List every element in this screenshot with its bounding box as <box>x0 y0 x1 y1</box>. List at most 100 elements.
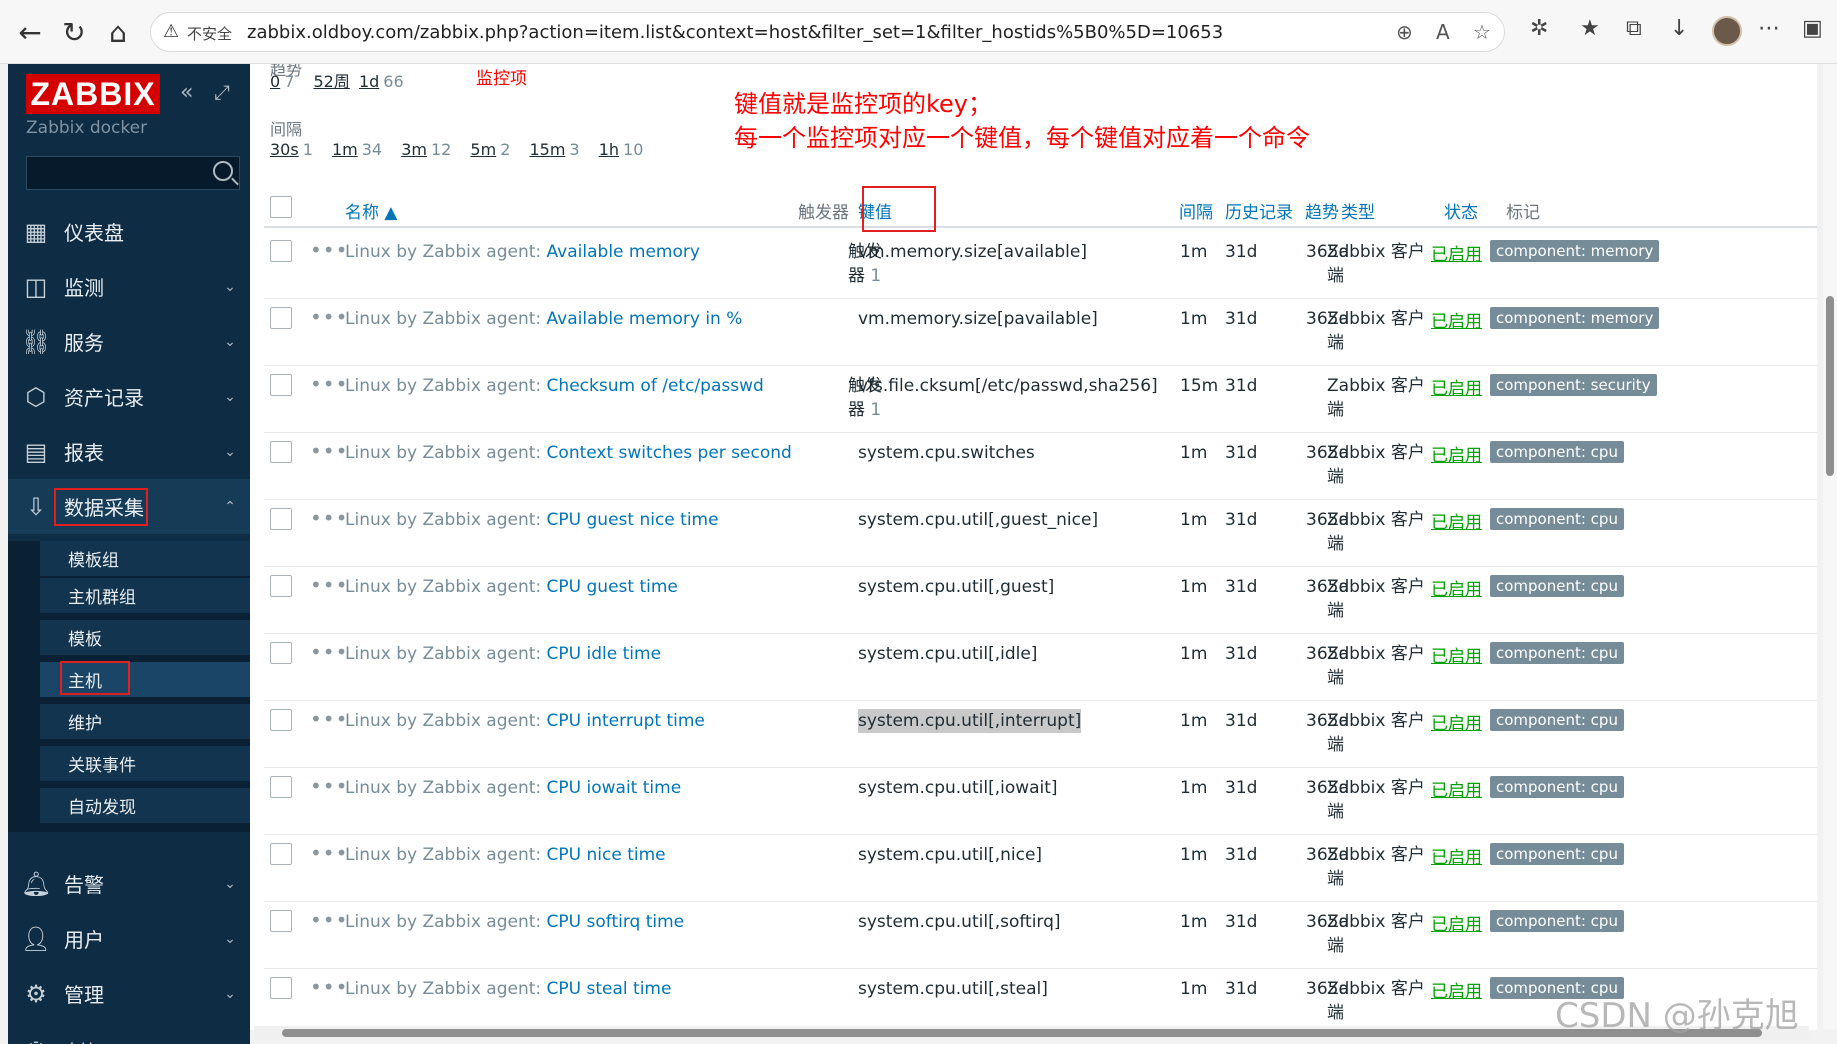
menu-administration[interactable]: ⚙ 管理 ⌄ <box>8 966 250 1021</box>
menu-support[interactable]: ◌ 支持 <box>8 1021 250 1044</box>
horizontal-scroll-thumb[interactable] <box>282 1029 1762 1037</box>
more-options-icon[interactable]: ••• <box>310 707 348 731</box>
item-name-link[interactable]: CPU iowait time <box>547 778 682 798</box>
header-status[interactable]: 状态 <box>1444 198 1478 223</box>
extensions-icon[interactable]: ✲ <box>1530 16 1548 41</box>
interval-link[interactable]: 1h <box>599 140 619 159</box>
tag-badge[interactable]: component: cpu <box>1490 441 1624 463</box>
menu-reports[interactable]: ▤ 报表 ⌄ <box>8 424 250 479</box>
back-icon[interactable]: ← <box>10 12 50 52</box>
template-link[interactable]: Linux by Zabbix agent: <box>345 376 541 396</box>
submenu-templates[interactable]: 模板 <box>40 620 250 656</box>
template-link[interactable]: Linux by Zabbix agent: <box>345 711 541 731</box>
row-checkbox[interactable] <box>270 307 292 329</box>
row-checkbox[interactable] <box>270 910 292 932</box>
row-checkbox[interactable] <box>270 441 292 463</box>
item-name-link[interactable]: CPU interrupt time <box>547 711 705 731</box>
template-link[interactable]: Linux by Zabbix agent: <box>345 242 541 262</box>
template-link[interactable]: Linux by Zabbix agent: <box>345 778 541 798</box>
interval-link[interactable]: 3m <box>401 140 427 159</box>
more-options-icon[interactable]: ••• <box>310 238 348 262</box>
trend-link[interactable]: 0 <box>270 72 280 91</box>
row-checkbox[interactable] <box>270 508 292 530</box>
tag-badge[interactable]: component: cpu <box>1490 508 1624 530</box>
template-link[interactable]: Linux by Zabbix agent: <box>345 979 541 999</box>
more-options-icon[interactable]: ••• <box>310 573 348 597</box>
item-name-link[interactable]: CPU softirq time <box>547 912 685 932</box>
kiosk-mode-icon[interactable]: ⤢ <box>214 80 230 104</box>
status-toggle[interactable]: 已启用 <box>1431 508 1482 533</box>
item-name-link[interactable]: CPU nice time <box>547 845 666 865</box>
template-link[interactable]: Linux by Zabbix agent: <box>345 443 541 463</box>
search-icon[interactable] <box>213 161 233 181</box>
item-name-link[interactable]: Checksum of /etc/passwd <box>547 376 764 396</box>
submenu-host-groups[interactable]: 主机群组 <box>40 578 250 614</box>
address-bar[interactable]: ⚠ 不安全 zabbix.oldboy.com/zabbix.php?actio… <box>150 12 1505 52</box>
more-icon[interactable]: ⋯ <box>1758 16 1780 41</box>
status-toggle[interactable]: 已启用 <box>1431 441 1482 466</box>
header-interval[interactable]: 间隔 <box>1179 198 1213 223</box>
download-icon[interactable]: ↓ <box>1670 16 1688 41</box>
tag-badge[interactable]: component: cpu <box>1490 575 1624 597</box>
search-input[interactable] <box>26 156 240 190</box>
row-checkbox[interactable] <box>270 977 292 999</box>
zoom-icon[interactable]: ⊕ <box>1396 20 1413 44</box>
row-checkbox[interactable] <box>270 843 292 865</box>
interval-link[interactable]: 15m <box>529 140 565 159</box>
template-link[interactable]: Linux by Zabbix agent: <box>345 577 541 597</box>
interval-link[interactable]: 30s <box>270 140 299 159</box>
tag-badge[interactable]: component: memory <box>1490 307 1660 329</box>
tag-badge[interactable]: component: memory <box>1490 240 1660 262</box>
item-name-link[interactable]: CPU steal time <box>547 979 672 999</box>
more-options-icon[interactable]: ••• <box>310 774 348 798</box>
more-options-icon[interactable]: ••• <box>310 305 348 329</box>
menu-monitoring[interactable]: ◫ 监测 ⌄ <box>8 259 250 314</box>
menu-inventory[interactable]: ⬡ 资产记录 ⌄ <box>8 369 250 424</box>
more-options-icon[interactable]: ••• <box>310 908 348 932</box>
tag-badge[interactable]: component: cpu <box>1490 709 1624 731</box>
tag-badge[interactable]: component: cpu <box>1490 910 1624 932</box>
menu-dashboard[interactable]: ▦ 仪表盘 <box>8 204 250 259</box>
submenu-discovery[interactable]: 自动发现 <box>40 788 250 824</box>
status-toggle[interactable]: 已启用 <box>1431 843 1482 868</box>
more-options-icon[interactable]: ••• <box>310 439 348 463</box>
submenu-maintenance[interactable]: 维护 <box>40 704 250 740</box>
template-link[interactable]: Linux by Zabbix agent: <box>345 510 541 530</box>
status-toggle[interactable]: 已启用 <box>1431 977 1482 1002</box>
select-all-checkbox[interactable] <box>270 196 292 218</box>
row-checkbox[interactable] <box>270 642 292 664</box>
template-link[interactable]: Linux by Zabbix agent: <box>345 309 541 329</box>
tag-badge[interactable]: component: cpu <box>1490 776 1624 798</box>
status-toggle[interactable]: 已启用 <box>1431 575 1482 600</box>
menu-users[interactable]: 👤︎ 用户 ⌄ <box>8 911 250 966</box>
tag-badge[interactable]: component: cpu <box>1490 843 1624 865</box>
header-history[interactable]: 历史记录 <box>1225 198 1293 223</box>
item-name-link[interactable]: Available memory <box>547 242 700 262</box>
sidebar-toggle-icon[interactable]: ▣ <box>1802 16 1823 41</box>
template-link[interactable]: Linux by Zabbix agent: <box>345 644 541 664</box>
tag-badge[interactable]: component: security <box>1490 374 1657 396</box>
interval-link[interactable]: 5m <box>470 140 496 159</box>
template-link[interactable]: Linux by Zabbix agent: <box>345 912 541 932</box>
read-aloud-icon[interactable]: A <box>1436 20 1450 44</box>
menu-alerts[interactable]: 🔔︎ 告警 ⌄ <box>8 856 250 911</box>
row-checkbox[interactable] <box>270 776 292 798</box>
template-link[interactable]: Linux by Zabbix agent: <box>345 845 541 865</box>
home-icon[interactable]: ⌂ <box>98 12 138 52</box>
favorite-star-icon[interactable]: ☆ <box>1473 20 1491 44</box>
status-toggle[interactable]: 已启用 <box>1431 240 1482 265</box>
more-options-icon[interactable]: ••• <box>310 506 348 530</box>
favorites-icon[interactable]: ★ <box>1580 16 1600 41</box>
status-toggle[interactable]: 已启用 <box>1431 776 1482 801</box>
more-options-icon[interactable]: ••• <box>310 841 348 865</box>
status-toggle[interactable]: 已启用 <box>1431 910 1482 935</box>
header-trends[interactable]: 趋势 <box>1305 198 1339 223</box>
more-options-icon[interactable]: ••• <box>310 975 348 999</box>
status-toggle[interactable]: 已启用 <box>1431 709 1482 734</box>
url-text[interactable]: zabbix.oldboy.com/zabbix.php?action=item… <box>247 22 1223 43</box>
more-options-icon[interactable]: ••• <box>310 372 348 396</box>
vertical-scroll-thumb[interactable] <box>1826 296 1834 476</box>
tag-badge[interactable]: component: cpu <box>1490 642 1624 664</box>
trend-link[interactable]: 1d <box>359 72 379 91</box>
interval-link[interactable]: 1m <box>332 140 358 159</box>
